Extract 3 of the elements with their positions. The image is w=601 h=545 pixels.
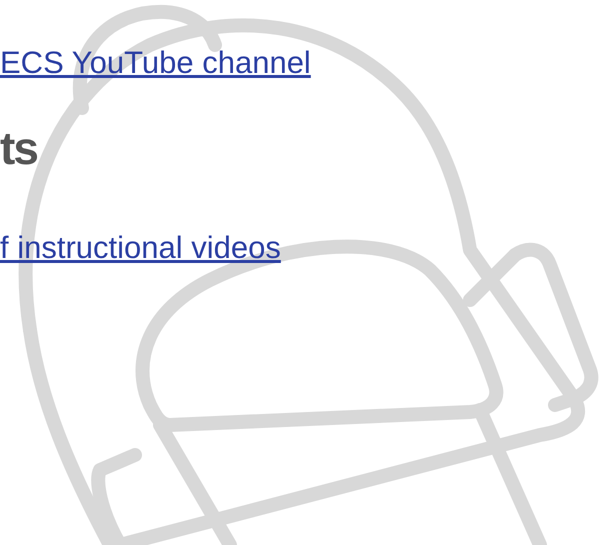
instructional-videos-link[interactable]: f instructional videos [0, 229, 281, 266]
youtube-channel-link[interactable]: ECS YouTube channel [0, 44, 311, 82]
section-heading: ts [0, 125, 37, 172]
